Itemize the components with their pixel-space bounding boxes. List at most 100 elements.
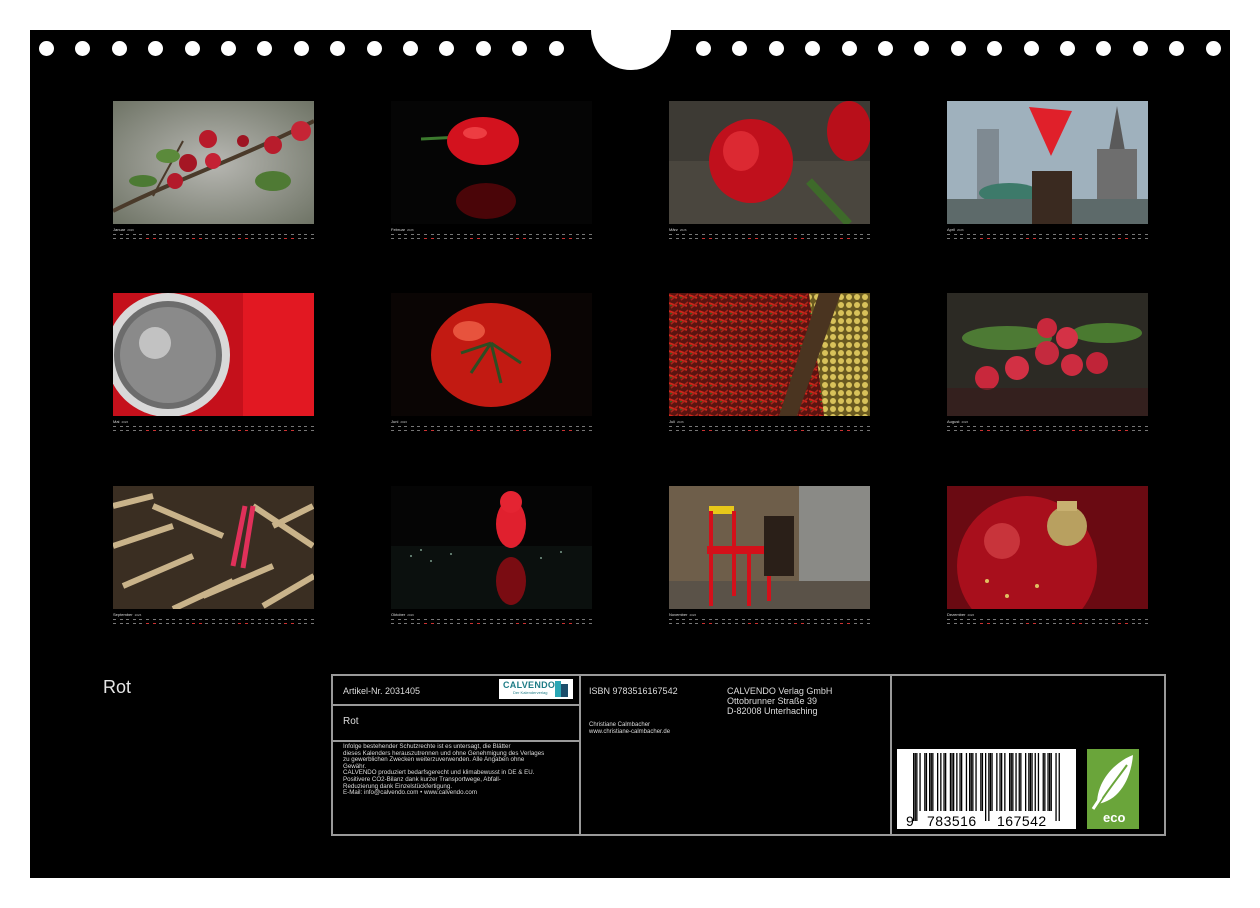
barcode-bars (913, 753, 1060, 821)
day-strip (391, 237, 592, 241)
barcode-digits-left: 783516 (927, 813, 977, 829)
barcode-bar (945, 753, 947, 811)
barcode-bar (1050, 753, 1052, 811)
calendar-back-page: Januar 2026 Februar 2026 März 2026 April 2026 Ma… (30, 30, 1230, 878)
car-headlight-image (113, 293, 314, 416)
day-strip (669, 622, 870, 626)
barcode-bar (985, 753, 987, 821)
calvendo-logo: CALVENDO Der Kalenderverlag (499, 679, 573, 699)
barcode-bar (925, 753, 928, 811)
thumb-januar (113, 101, 314, 224)
barcode-bar (996, 753, 998, 811)
barcode-bar (981, 753, 984, 811)
info-column-right: 9 783516 167542 eco (892, 676, 1164, 834)
binding-hole (768, 41, 784, 56)
barcode-bar (961, 753, 963, 811)
binding-hole (805, 41, 821, 56)
calendar-title: Rot (103, 677, 132, 697)
barcode-bar (1004, 753, 1006, 811)
barcode-bar (1044, 753, 1046, 811)
barcode-bar (940, 753, 942, 811)
barcode-bar (1025, 753, 1027, 811)
month-caption: Januar 2026 (113, 227, 314, 241)
barcode-bar (953, 753, 955, 811)
binding-hole (1169, 41, 1185, 56)
binding-hole (841, 41, 857, 56)
barcode-digit-first: 9 (906, 813, 914, 829)
binding-hole (39, 41, 54, 56)
binding-hole (257, 41, 273, 56)
barcode-bar (1034, 753, 1036, 811)
binding-hole (987, 41, 1003, 56)
barcode-bar (965, 753, 968, 811)
publisher-name: CALVENDO Verlag GmbH (727, 686, 833, 696)
barcode-bar (1010, 753, 1012, 811)
barcode-bar (956, 753, 958, 811)
day-strip (113, 237, 314, 241)
eco-label: eco (1103, 810, 1126, 825)
barcode-bar (919, 753, 921, 811)
barcode-bar (929, 753, 931, 811)
barcode-bar (999, 753, 1001, 811)
barcode-bar (1028, 753, 1030, 811)
gummy-bear-image (391, 486, 592, 609)
barcode-bar (1058, 753, 1060, 821)
month-caption: November 2026 (669, 612, 870, 626)
tomato-image (391, 293, 592, 416)
binding-hole (914, 41, 930, 56)
legal-line: E-Mail: info@calvendo.com • www.calvendo… (343, 789, 477, 797)
thumb-maerz (669, 101, 870, 224)
binding-hole (184, 41, 200, 56)
red-tulip-image (669, 101, 870, 224)
binding-hole (221, 41, 236, 56)
barcode-bar (937, 753, 939, 811)
thumb-september (113, 486, 314, 609)
thumb-mai (113, 293, 314, 416)
month-caption: September 2026 (113, 612, 314, 626)
barcode-bar (969, 753, 971, 811)
binding-hole (475, 41, 491, 56)
barcode-bar (932, 753, 934, 811)
day-strip (113, 622, 314, 626)
barcode-bar (988, 753, 990, 821)
binding-hole (111, 41, 127, 56)
month-caption: Mai 2026 (113, 419, 314, 433)
author-url: www.christiane-calmbacher.de (589, 729, 671, 735)
thumb-april (947, 101, 1148, 224)
barcode-bar (924, 753, 926, 811)
thumb-dezember (947, 486, 1148, 609)
barcode-bar (949, 753, 952, 811)
month-caption: Oktober 2026 (391, 612, 592, 626)
thumb-februar (391, 101, 592, 224)
info-column-left: Artikel-Nr. 2031405 CALVENDO Der Kalende… (333, 676, 581, 834)
binding-hole (330, 41, 346, 56)
product-title: Rot (343, 716, 359, 727)
barcode-bar (1042, 753, 1044, 811)
barcode-bar (991, 753, 993, 811)
barcode-bar (975, 753, 977, 811)
binding-hole (950, 41, 966, 56)
month-caption: Juli 2026 (669, 419, 870, 433)
barcode-bar (970, 753, 972, 811)
barcode-bar (980, 753, 982, 811)
barcode-bar (1031, 753, 1033, 811)
barcode: 9 783516 167542 (897, 749, 1076, 829)
barcode-bar (916, 753, 918, 821)
publisher-city: D-82008 Unterhaching (727, 706, 818, 716)
binding-hole (1096, 41, 1112, 56)
barcode-bar (913, 753, 915, 821)
barcode-bar (972, 753, 974, 811)
info-box: Artikel-Nr. 2031405 CALVENDO Der Kalende… (331, 674, 1166, 836)
day-strip (669, 237, 870, 241)
hawthorn-berries-image (113, 101, 314, 224)
month-caption: Februar 2026 (391, 227, 592, 241)
day-strip (391, 622, 592, 626)
barcode-bar (1049, 753, 1051, 811)
barcode-bar (1015, 753, 1017, 811)
barcode-bar (1009, 753, 1011, 811)
publisher-street: Ottobrunner Straße 39 (727, 696, 818, 706)
raspberries-image (947, 293, 1148, 416)
binding-hole (732, 41, 748, 56)
legal-notice: Infolge bestehender Schutzrechte ist es … (343, 743, 544, 797)
binding-hole (512, 41, 528, 56)
